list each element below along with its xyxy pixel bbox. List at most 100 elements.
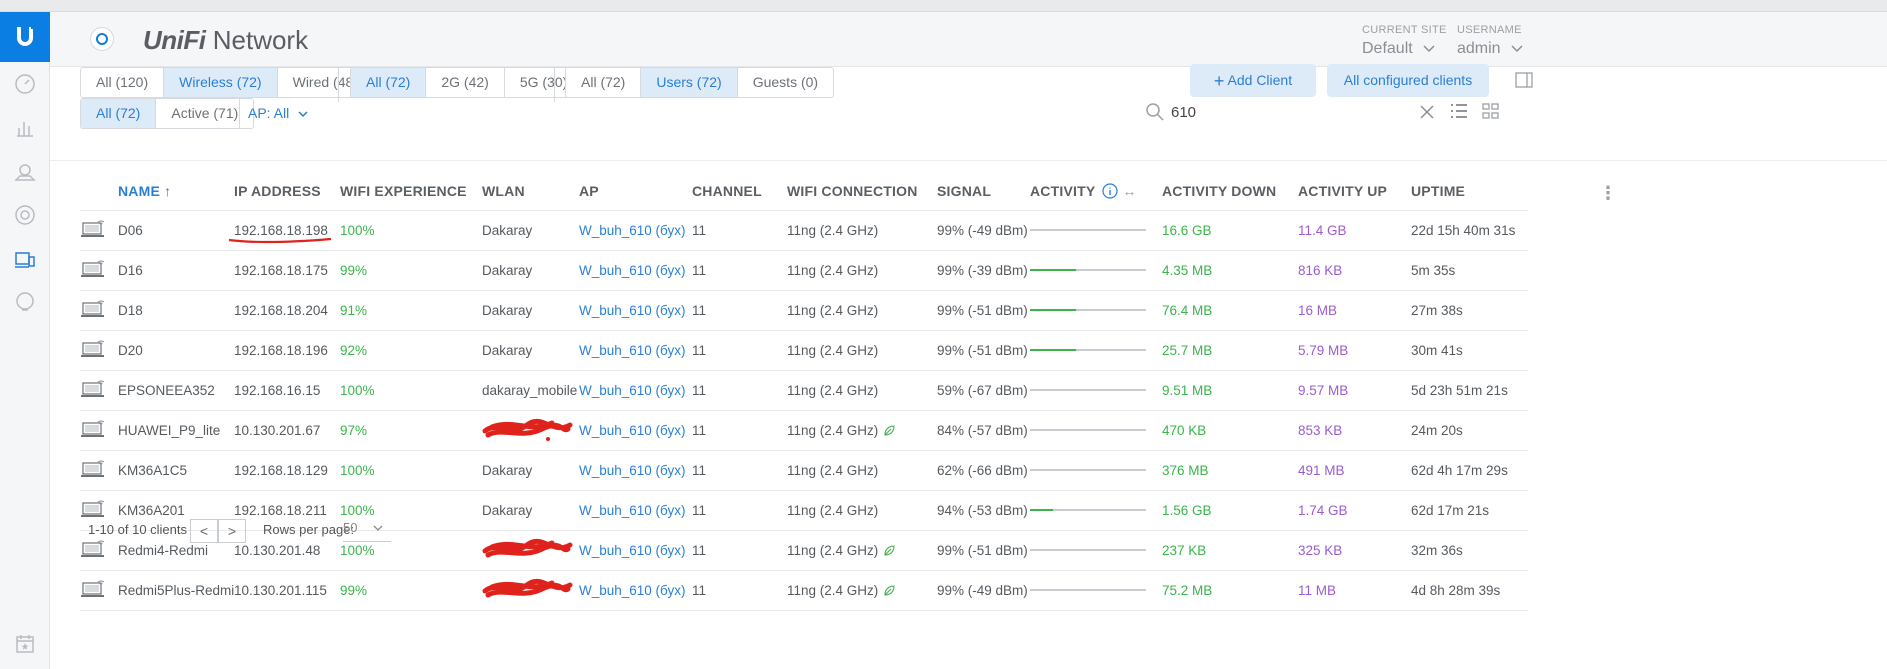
col-activity-header[interactable]: ACTIVITY ↔ <box>1030 172 1162 210</box>
filter-user-users[interactable]: Users (72) <box>641 68 738 97</box>
cell-channel: 11 <box>692 489 787 530</box>
filter-state-all[interactable]: All (72) <box>81 99 157 128</box>
cell-name[interactable]: D18 <box>118 289 234 330</box>
table-row[interactable]: KM36A1C5 192.168.18.129 100% Dakaray W_buh_6… <box>80 449 1528 490</box>
col-up-header[interactable]: ACTIVITY UP <box>1298 172 1411 210</box>
col-down-header[interactable]: ACTIVITY DOWN <box>1162 172 1298 210</box>
cell-ap-link[interactable]: W_buh_610 (бух) <box>579 369 692 410</box>
cell-name[interactable]: D20 <box>118 329 234 370</box>
clients-icon[interactable] <box>13 248 37 272</box>
cell-ap-link[interactable]: W_buh_610 (бух) <box>579 209 692 250</box>
col-ip-header[interactable]: IP ADDRESS <box>234 172 340 210</box>
cell-ap-link[interactable]: W_buh_610 (бух) <box>579 409 692 450</box>
table-row[interactable]: D20 192.168.18.196 92% Dakaray W_buh_610 (бу… <box>80 329 1528 370</box>
table-row[interactable]: D16 192.168.18.175 99% Dakaray W_buh_610 (бу… <box>80 249 1528 290</box>
table-row[interactable]: HUAWEI_P9_lite 10.130.201.67 97% W_buh_610 … <box>80 409 1528 450</box>
resize-arrows-icon[interactable]: ↔ <box>1122 183 1136 199</box>
cell-activity <box>1030 569 1162 611</box>
site-switcher-icon[interactable] <box>90 27 114 51</box>
cell-activity-down: 16.6 GB <box>1162 209 1298 250</box>
username-dropdown[interactable]: admin <box>1457 40 1523 58</box>
filter-user-guests[interactable]: Guests (0) <box>738 68 833 97</box>
insights-icon[interactable] <box>13 290 37 314</box>
col-signal-header[interactable]: SIGNAL <box>937 172 1030 210</box>
divider <box>554 67 555 102</box>
col-connection-header[interactable]: WIFI CONNECTION <box>787 172 937 210</box>
rows-per-page-select[interactable]: 50 <box>343 520 391 542</box>
add-client-button[interactable]: + Add Client <box>1190 64 1316 97</box>
band-filter: All (72) 2G (42) 5G (30) <box>350 67 584 98</box>
cell-uptime: 22d 15h 40m 31s <box>1411 209 1528 250</box>
info-icon[interactable] <box>1102 183 1118 199</box>
cell-ap-link[interactable]: W_buh_610 (бух) <box>579 449 692 490</box>
devices-icon[interactable] <box>13 203 37 227</box>
cell-uptime: 4d 8h 28m 39s <box>1411 569 1528 611</box>
app-header: UniFi Network CURRENT SITE Default USERN… <box>50 12 1887 67</box>
leaf-icon <box>878 583 895 598</box>
cell-connection: 11ng (2.4 GHz) <box>787 249 937 290</box>
cell-ap-link[interactable]: W_buh_610 (бух) <box>579 329 692 370</box>
cell-name[interactable]: EPSONEEA352 <box>118 369 234 410</box>
more-options-icon[interactable]: ⋮ <box>1599 183 1617 204</box>
cell-experience: 99% <box>340 249 482 290</box>
col-ap-header[interactable]: AP <box>579 172 692 210</box>
activity-bar-fill <box>1030 269 1077 271</box>
filter-band-2g[interactable]: 2G (42) <box>426 68 505 97</box>
device-laptop-icon <box>80 289 118 330</box>
filter-user-all[interactable]: All (72) <box>566 68 642 97</box>
table-row[interactable]: D18 192.168.18.204 91% Dakaray W_buh_610 (бу… <box>80 289 1528 330</box>
prev-page-button[interactable]: < <box>190 519 218 543</box>
grid-view-icon[interactable] <box>1482 103 1500 122</box>
cell-signal: 62% (-66 dBm) <box>937 449 1030 490</box>
cell-experience: 91% <box>340 289 482 330</box>
cell-ap-link[interactable]: W_buh_610 (бух) <box>579 249 692 290</box>
col-channel-header[interactable]: CHANNEL <box>692 172 787 210</box>
table-row[interactable]: Redmi5Plus-Redmi 10.130.201.115 99% W_buh_6… <box>80 569 1528 611</box>
map-icon[interactable] <box>13 160 37 184</box>
cell-ap-link[interactable]: W_buh_610 (бух) <box>579 489 692 530</box>
cell-channel: 11 <box>692 209 787 250</box>
ubiquiti-logo-icon[interactable] <box>0 12 50 62</box>
table-row[interactable]: EPSONEEA352 192.168.16.15 100% dakaray_mobi… <box>80 369 1528 410</box>
list-view-icon[interactable] <box>1450 103 1468 122</box>
rows-per-page-label: Rows per page: <box>263 522 355 537</box>
cell-experience: 97% <box>340 409 482 450</box>
user-type-filter: All (72) Users (72) Guests (0) <box>565 67 835 98</box>
cell-signal: 94% (-53 dBm) <box>937 489 1030 530</box>
cell-name[interactable]: KM36A1C5 <box>118 449 234 490</box>
cell-connection: 11ng (2.4 GHz) <box>787 529 937 570</box>
cell-activity-up: 491 MB <box>1298 449 1411 490</box>
activity-bar <box>1030 429 1146 431</box>
search-input[interactable]: 610 <box>1171 104 1196 121</box>
filter-conn-all[interactable]: All (120) <box>81 68 165 97</box>
statistics-icon[interactable] <box>13 116 37 140</box>
next-page-button[interactable]: > <box>218 519 246 543</box>
cell-signal: 99% (-49 dBm) <box>937 569 1030 611</box>
table-row[interactable]: D06 192.168.18.198 100% Dakaray W_buh_610 (б… <box>80 209 1528 250</box>
cell-ap-link[interactable]: W_buh_610 (бух) <box>579 289 692 330</box>
dashboard-icon[interactable] <box>13 72 37 96</box>
cell-name[interactable]: D16 <box>118 249 234 290</box>
current-site-dropdown[interactable]: Default <box>1362 40 1435 58</box>
cell-ap-link[interactable]: W_buh_610 (бух) <box>579 569 692 611</box>
cell-ap-link[interactable]: W_buh_610 (бух) <box>579 529 692 570</box>
col-uptime-header[interactable]: UPTIME ⋮ <box>1411 172 1617 210</box>
events-icon[interactable] <box>13 632 37 656</box>
cell-name[interactable]: Redmi5Plus-Redmi <box>118 569 234 611</box>
filter-conn-wireless[interactable]: Wireless (72) <box>164 68 278 97</box>
browser-top-strip <box>0 0 1887 12</box>
clear-search-icon[interactable] <box>1419 104 1435 123</box>
filter-band-all[interactable]: All (72) <box>351 68 427 97</box>
cell-activity <box>1030 449 1162 490</box>
ap-filter-dropdown[interactable]: AP: All <box>248 105 308 121</box>
col-name-header[interactable]: NAME ↑ <box>118 172 234 210</box>
cell-name[interactable]: D06 <box>118 209 234 250</box>
col-experience-header[interactable]: WIFI EXPERIENCE <box>340 172 482 210</box>
col-wlan-header[interactable]: WLAN <box>482 172 579 210</box>
cell-wlan: Dakaray <box>482 249 579 290</box>
all-configured-clients-button[interactable]: All configured clients <box>1327 64 1489 97</box>
cell-name[interactable]: HUAWEI_P9_lite <box>118 409 234 450</box>
cell-connection: 11ng (2.4 GHz) <box>787 489 937 530</box>
panel-toggle-icon[interactable] <box>1515 72 1533 91</box>
chevron-down-icon <box>1423 45 1435 53</box>
